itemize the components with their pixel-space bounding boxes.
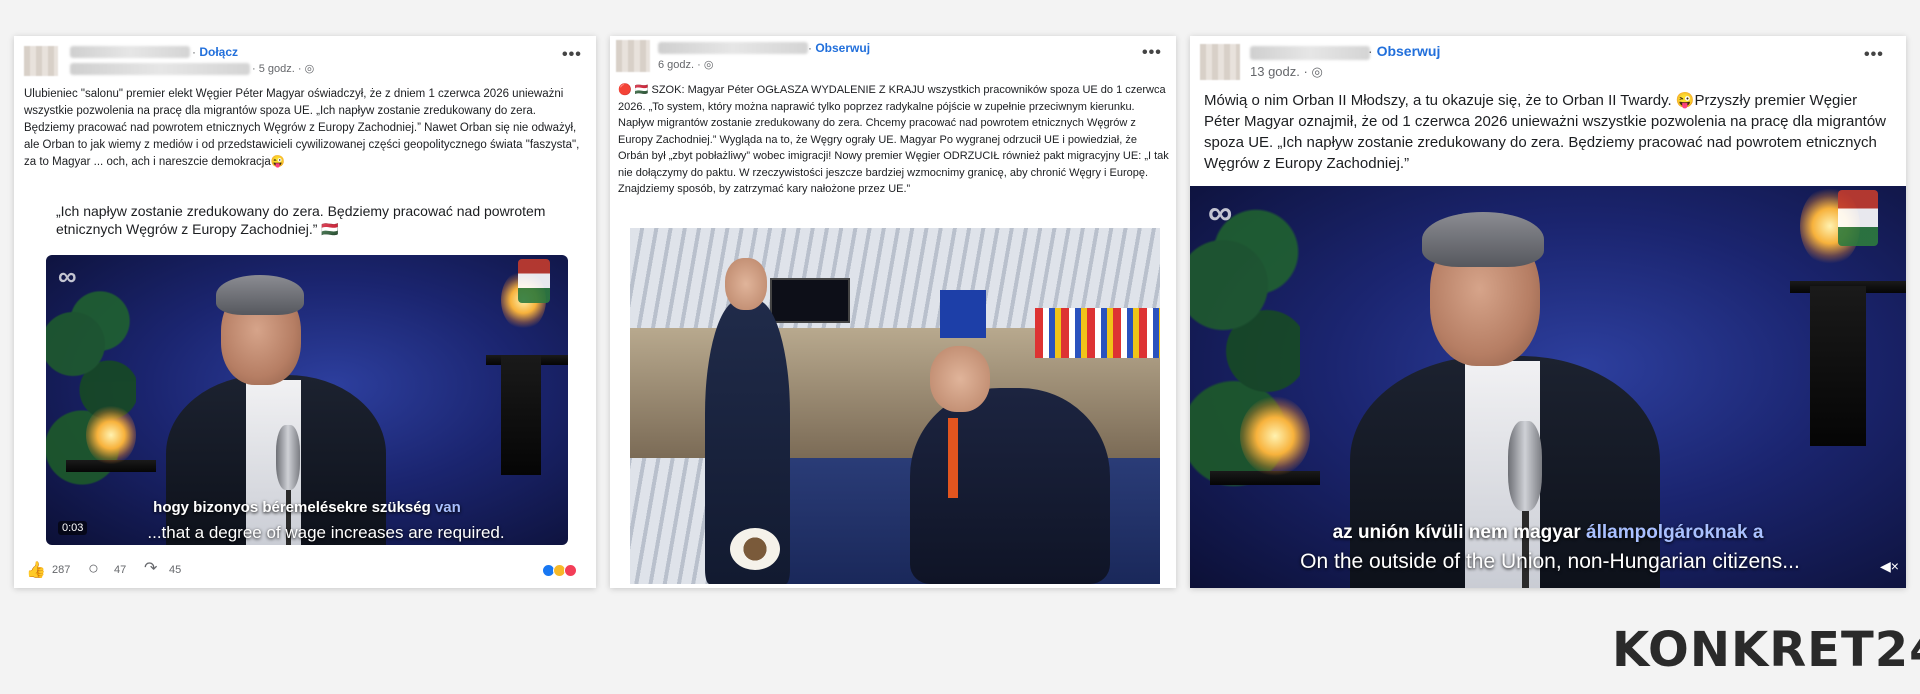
post-header: · Obserwuj 13 godz. · ◎ ••• [1190,36,1906,82]
globe-icon: ◎ [1311,64,1323,79]
shared-post-text: „Ich napływ zostanie zredukowany do zera… [56,203,546,237]
coat-of-arms-icon [518,259,550,303]
speaker-hair [1422,212,1544,267]
comment-count: 47 [114,564,127,576]
coffee-cup [730,528,780,570]
join-link[interactable]: · Dołącz [192,45,238,59]
video-player[interactable]: ∞ az unión kívüli nem magyar állampolgár… [1190,186,1906,588]
candle-light-left [1240,396,1310,476]
post-card-3: · Obserwuj 13 godz. · ◎ ••• Mówią o nim … [1190,36,1906,588]
microphone [276,425,300,490]
standing-man-face [725,258,767,310]
post-text: Ulubieniec "salonu" premier elekt Węgier… [24,88,580,168]
candle-light-left [86,405,136,465]
redacted-author-name [1250,46,1370,60]
follow-link[interactable]: · Obserwuj [1368,43,1440,59]
channel-logo-icon: ∞ [1208,194,1233,232]
comment-icon[interactable]: ○ [88,558,99,579]
mute-icon[interactable]: ◀× [1880,558,1899,575]
channel-logo-icon: ∞ [58,261,77,291]
follow-link[interactable]: · Obserwuj [808,41,870,55]
voting-board [770,278,850,323]
avatar[interactable] [24,46,58,76]
microphone [1508,421,1542,511]
orange-tie [948,418,958,498]
more-horizontal-icon[interactable]: ••• [562,46,582,64]
post-photo[interactable] [630,228,1160,584]
like-count: 287 [52,564,71,576]
video-subtitle-hungarian: az unión kívüli nem magyar állampolgárok… [1332,522,1764,543]
post-time[interactable]: · 5 godz. · ◎ [252,62,314,75]
post-header: · Dołącz · 5 godz. · ◎ ••• [14,36,596,76]
redacted-author-name [70,46,190,58]
candle-stand [501,355,541,475]
post-text: 🔴 🇭🇺 SZOK: Magyar Péter OGŁASZA WYDALENI… [618,84,1169,195]
flag-row [1035,308,1160,358]
share-count: 45 [169,564,182,576]
post-time[interactable]: 6 godz. · ◎ [658,58,713,71]
globe-icon: ◎ [703,59,714,71]
video-subtitle-english: ...that a degree of wage increases are r… [147,523,505,542]
avatar[interactable] [1200,44,1240,80]
more-horizontal-icon[interactable]: ••• [1864,46,1884,64]
love-reaction-icon [564,564,577,577]
post-header: · Obserwuj 6 godz. · ◎ ••• [610,36,1176,74]
post-card-1: · Dołącz · 5 godz. · ◎ ••• Ulubieniec "s… [14,36,596,588]
eu-flag [940,290,986,338]
post-card-2: · Obserwuj 6 godz. · ◎ ••• 🔴 🇭🇺 SZOK: Ma… [610,36,1176,588]
seated-man-face [930,346,990,412]
speaker-hair [216,275,304,315]
post-text: Mówią o nim Orban II Młodszy, a tu okazu… [1204,92,1887,172]
redacted-author-name [658,42,808,54]
coat-of-arms-icon [1838,190,1878,246]
video-subtitle-hungarian: hogy bizonyos béremelésekre szükség van [153,499,461,516]
more-horizontal-icon[interactable]: ••• [1142,44,1162,62]
video-player[interactable]: ∞ hogy bizonyos béremelésekre szükség va… [46,255,568,545]
seated-man [910,388,1110,584]
thumbs-up-icon[interactable]: 👍 [26,560,46,580]
video-timestamp: 0:03 [58,521,88,535]
avatar[interactable] [616,40,650,72]
globe-icon: ◎ [304,63,315,75]
share-icon[interactable]: ↷ [144,558,157,578]
redacted-group-name [70,63,250,75]
post-time[interactable]: 13 godz. · ◎ [1250,64,1323,80]
brand-logo: KONKRET24 [1612,622,1920,678]
video-subtitle-english: On the outside of the Union, non-Hungari… [1300,550,1800,573]
candle-stand [1810,286,1866,446]
